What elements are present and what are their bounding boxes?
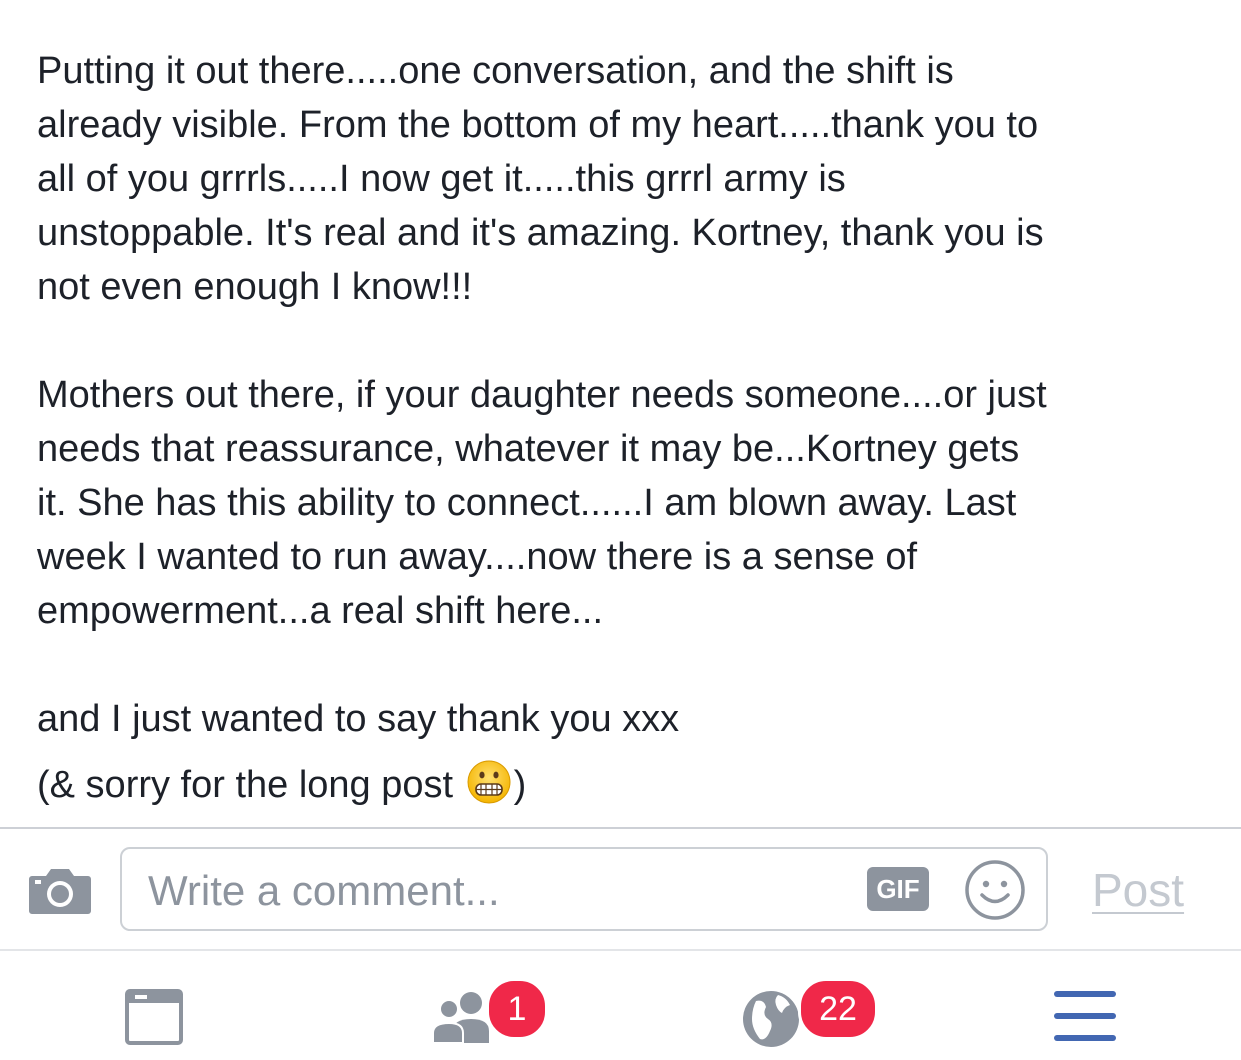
smiley-icon[interactable] bbox=[964, 859, 1026, 921]
post-body: Putting it out there.....one conversatio… bbox=[37, 44, 1227, 812]
news-feed-icon[interactable] bbox=[122, 971, 186, 1051]
camera-icon[interactable] bbox=[28, 864, 92, 916]
post-line: all of you grrrls.....I now get it.....t… bbox=[37, 158, 846, 200]
post-line: it. She has this ability to connect.....… bbox=[37, 482, 1017, 524]
comment-box[interactable]: GIF bbox=[120, 847, 1048, 931]
gif-button[interactable]: GIF bbox=[867, 867, 929, 911]
post-paragraph-2: Mothers out there, if your daughter need… bbox=[37, 368, 1227, 638]
post-closing-paren: ) bbox=[513, 764, 527, 806]
bottom-tab-bar: 1 22 bbox=[0, 951, 1241, 1060]
comment-composer: GIF Post bbox=[0, 829, 1241, 949]
friends-badge: 1 bbox=[486, 978, 548, 1040]
notifications-badge: 22 bbox=[798, 978, 878, 1040]
grimacing-face-emoji-icon bbox=[467, 760, 511, 804]
post-line: empowerment...a real shift here... bbox=[37, 590, 604, 632]
menu-icon[interactable] bbox=[1052, 971, 1118, 1051]
post-closing: and I just wanted to say thank you xxx (… bbox=[37, 692, 1227, 812]
post-line: Putting it out there.....one conversatio… bbox=[37, 50, 954, 92]
post-button[interactable]: Post bbox=[1092, 863, 1184, 917]
post-line: needs that reassurance, whatever it may … bbox=[37, 428, 1020, 470]
post-line: not even enough I know!!! bbox=[37, 266, 473, 308]
post-paragraph-1: Putting it out there.....one conversatio… bbox=[37, 44, 1227, 314]
post-line: unstoppable. It's real and it's amazing.… bbox=[37, 212, 1044, 254]
post-closing-line-1: and I just wanted to say thank you xxx bbox=[37, 698, 680, 740]
comment-input[interactable] bbox=[146, 863, 850, 919]
post-closing-line-2: (& sorry for the long post ) bbox=[37, 758, 1227, 812]
post-line: already visible. From the bottom of my h… bbox=[37, 104, 1039, 146]
post-line: Mothers out there, if your daughter need… bbox=[37, 374, 1047, 416]
post-line: week I wanted to run away....now there i… bbox=[37, 536, 918, 578]
post-closing-text: (& sorry for the long post bbox=[37, 764, 464, 806]
